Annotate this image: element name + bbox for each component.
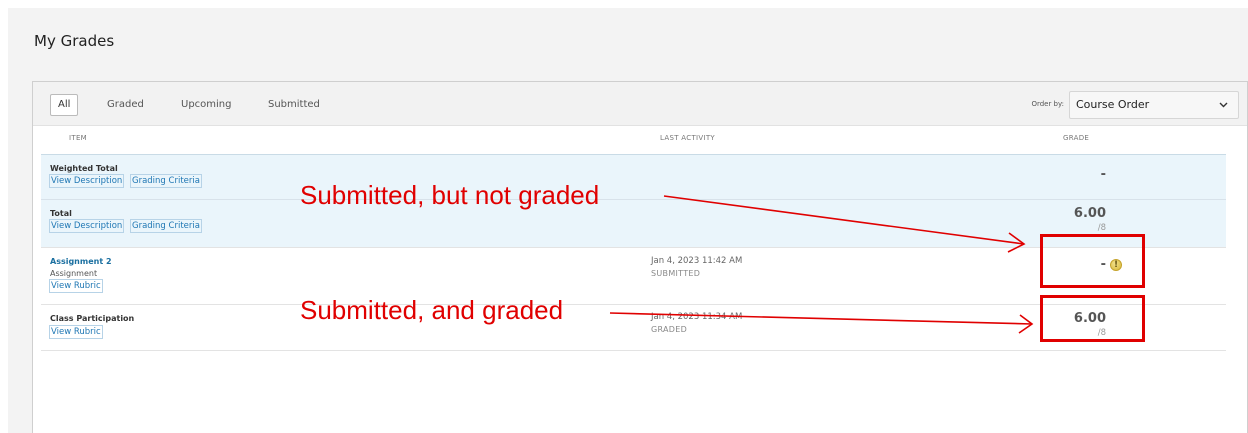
- arrow-line-graded: [609, 312, 1033, 325]
- arrow-line-not-graded: [663, 195, 1025, 245]
- annotation-arrows: [609, 195, 1034, 334]
